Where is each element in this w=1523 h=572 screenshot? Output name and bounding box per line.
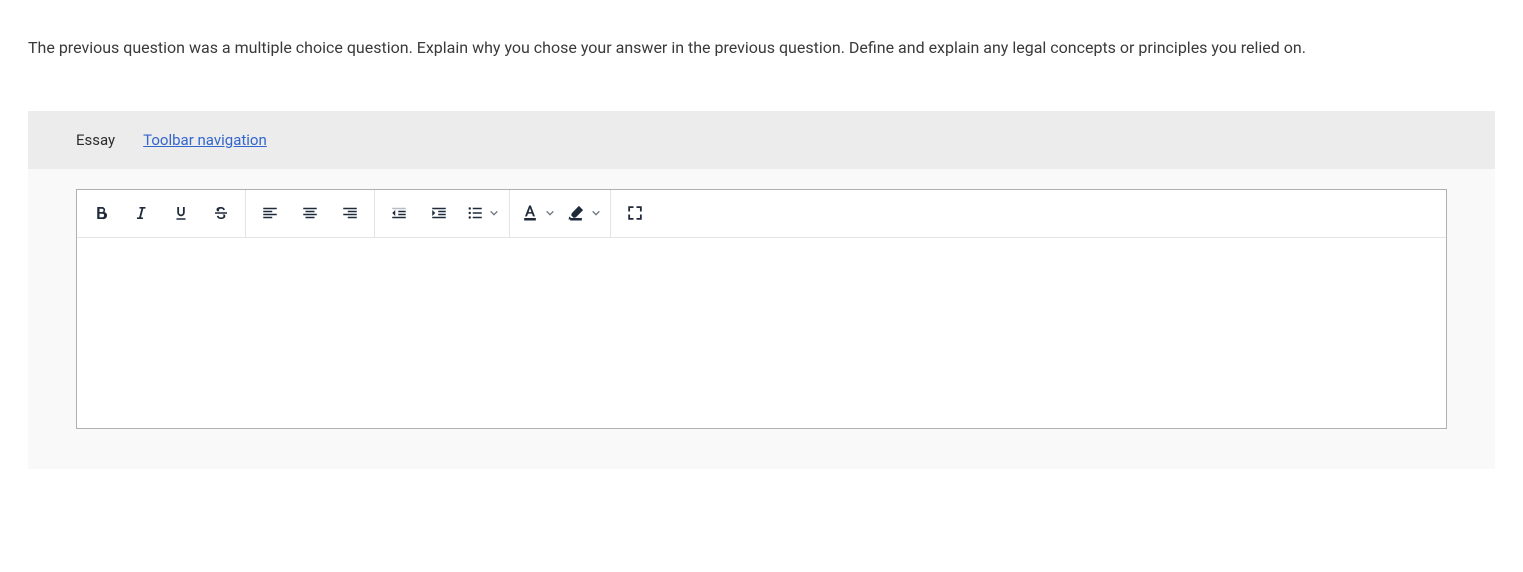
toolbar-group-text-style — [77, 190, 246, 237]
align-left-icon — [261, 204, 279, 222]
editor-wrap — [28, 169, 1495, 429]
strikethrough-button[interactable] — [201, 189, 241, 237]
toolbar-group-color — [510, 190, 611, 237]
essay-label: Essay — [76, 131, 115, 149]
highlight-color-button[interactable] — [560, 189, 606, 237]
essay-textarea[interactable] — [77, 238, 1446, 428]
fullscreen-button[interactable] — [615, 189, 655, 237]
italic-icon — [132, 204, 150, 222]
underline-icon — [172, 204, 190, 222]
list-icon — [466, 204, 484, 222]
align-right-icon — [341, 204, 359, 222]
underline-button[interactable] — [161, 189, 201, 237]
font-color-button[interactable] — [514, 189, 560, 237]
question-page: The previous question was a multiple cho… — [0, 0, 1523, 469]
highlight-icon — [566, 203, 586, 223]
toolbar-group-indent — [375, 190, 510, 237]
question-prompt: The previous question was a multiple cho… — [28, 35, 1488, 61]
indent-button[interactable] — [419, 189, 459, 237]
align-center-icon — [301, 204, 319, 222]
font-color-icon — [520, 203, 540, 223]
fullscreen-icon — [626, 204, 644, 222]
editor-toolbar — [77, 190, 1446, 238]
align-right-button[interactable] — [330, 189, 370, 237]
chevron-down-icon — [489, 208, 499, 218]
strikethrough-icon — [212, 204, 230, 222]
bold-button[interactable] — [81, 189, 121, 237]
chevron-down-icon — [591, 208, 601, 218]
align-center-button[interactable] — [290, 189, 330, 237]
outdent-button[interactable] — [379, 189, 419, 237]
align-left-button[interactable] — [250, 189, 290, 237]
toolbar-group-align — [246, 190, 375, 237]
italic-button[interactable] — [121, 189, 161, 237]
toolbar-group-view — [611, 190, 659, 237]
editor-header: Essay Toolbar navigation — [28, 111, 1495, 169]
chevron-down-icon — [545, 208, 555, 218]
bold-icon — [92, 204, 110, 222]
toolbar-navigation-link[interactable]: Toolbar navigation — [143, 131, 267, 149]
list-button[interactable] — [459, 189, 505, 237]
outdent-icon — [390, 204, 408, 222]
essay-editor-block: Essay Toolbar navigation — [28, 111, 1495, 469]
editor-box — [76, 189, 1447, 429]
indent-icon — [430, 204, 448, 222]
